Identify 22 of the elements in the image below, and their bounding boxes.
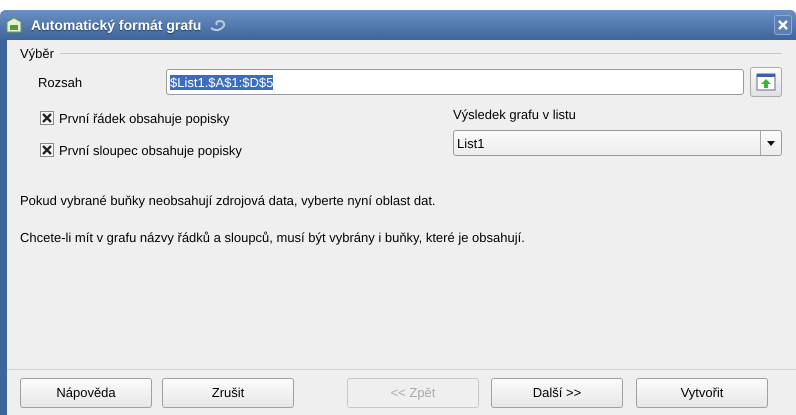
checkbox[interactable] xyxy=(40,111,54,125)
target-label: Výsledek grafu v listu xyxy=(453,107,577,122)
dropdown-arrow-icon xyxy=(767,140,775,146)
checkbox-label: První řádek obsahuje popisky xyxy=(59,110,230,126)
range-label: Rozsah xyxy=(38,74,84,90)
checkbox-label: První sloupec obsahuje popisky xyxy=(59,142,242,158)
dialog-button[interactable]: Další >> xyxy=(491,378,623,408)
close-button[interactable] xyxy=(774,15,792,35)
range-field[interactable]: $List1.$A$1:$D$5 xyxy=(166,69,744,95)
dialog-button[interactable]: Zrušit xyxy=(162,378,294,408)
sheet-dropdown[interactable]: List1 xyxy=(453,130,782,156)
checkbox[interactable] xyxy=(40,143,54,157)
group-legend: Výběr xyxy=(20,46,54,61)
info-text: Chcete-li mít v grafu názvy řádků a sloupců, musí být vybrány i buňky, které je obsahují. xyxy=(20,230,526,245)
shrink-button[interactable] xyxy=(750,67,782,97)
dialog-button[interactable]: Nápověda xyxy=(20,378,152,408)
close-icon xyxy=(778,20,788,30)
info-text: Pokud vybrané buňky neobsahují zdrojová data, vyberte nyní oblast dat. xyxy=(20,193,437,208)
spreadsheet-icon xyxy=(5,16,23,34)
dialog-button[interactable]: Vytvořit xyxy=(636,378,768,408)
swirl-icon xyxy=(209,18,228,32)
window-title: Automatický formát grafu xyxy=(31,17,202,33)
